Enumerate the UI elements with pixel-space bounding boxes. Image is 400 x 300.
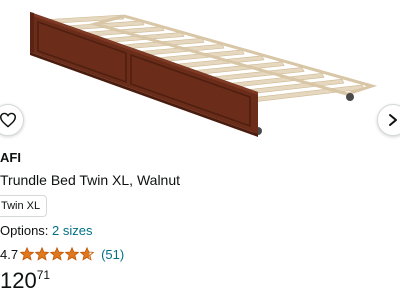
- product-image-area[interactable]: [0, 0, 400, 150]
- star-rating: [20, 247, 95, 261]
- options-label: Options:: [0, 223, 49, 238]
- product-title[interactable]: Trundle Bed Twin XL, Walnut: [0, 172, 180, 188]
- heart-icon: [0, 112, 17, 128]
- star-icon: [20, 247, 35, 261]
- chevron-right-icon: [389, 114, 397, 126]
- price: 12071: [0, 268, 50, 294]
- options-row: Options: 2 sizes: [0, 223, 93, 238]
- star-icon: [35, 247, 50, 261]
- options-link[interactable]: 2 sizes: [52, 223, 92, 238]
- brand-name[interactable]: AFI: [0, 150, 21, 165]
- star-icon: [50, 247, 65, 261]
- size-chip[interactable]: Twin XL: [0, 195, 48, 217]
- star-icon: [65, 247, 80, 261]
- price-whole: 120: [0, 268, 37, 293]
- rating-value: 4.7: [0, 246, 19, 262]
- rating-row[interactable]: 4.7 (51): [0, 246, 124, 262]
- price-fraction: 71: [36, 268, 51, 282]
- product-image: [30, 12, 378, 137]
- star-icon: [80, 247, 95, 261]
- review-count[interactable]: (51): [101, 247, 124, 262]
